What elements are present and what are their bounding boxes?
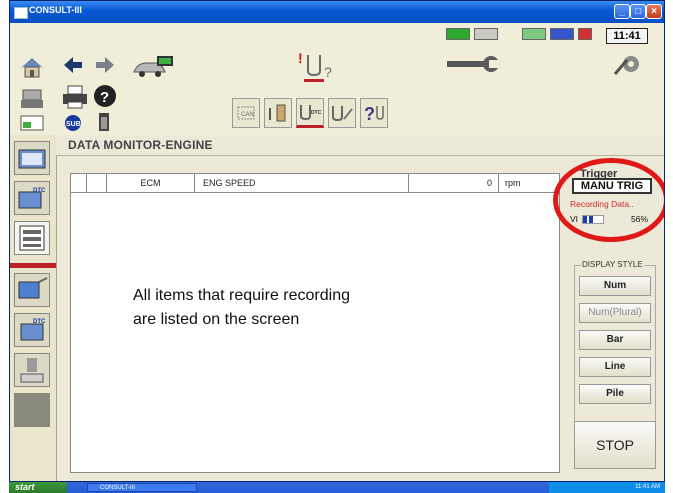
wrench-icon[interactable] bbox=[442, 51, 504, 77]
svg-text:!: ! bbox=[298, 50, 303, 66]
sidebar-monitor-button[interactable] bbox=[14, 273, 50, 307]
lan-icon bbox=[522, 28, 546, 40]
diagnosis-icon[interactable]: !? bbox=[296, 49, 344, 83]
minimize-button[interactable]: _ bbox=[614, 4, 630, 19]
display-icon[interactable] bbox=[18, 113, 46, 133]
toolbar: 11:41 !? ? SUB CAN DTC ? bbox=[10, 23, 664, 136]
sidebar: DTC DTC bbox=[10, 135, 57, 481]
printer-device-icon[interactable] bbox=[18, 85, 46, 111]
svg-text:CAN: CAN bbox=[241, 112, 254, 118]
svg-text:?: ? bbox=[364, 104, 375, 123]
app-window: CONSULT-III _ □ × 11:41 !? ? SUB CAN DTC… bbox=[9, 0, 665, 482]
title-bar: CONSULT-III _ □ × bbox=[10, 1, 664, 23]
svg-text:DTC: DTC bbox=[311, 110, 322, 116]
taskbar: start CONSULT-III 11:41 AM bbox=[9, 482, 665, 493]
row-select-cell bbox=[71, 174, 87, 192]
system-cell: ECM bbox=[107, 174, 195, 192]
display-style-group: DISPLAY STYLE Num Num(Plural) Bar Line P… bbox=[574, 260, 656, 425]
annotation-line-1: All items that require recording bbox=[133, 287, 350, 304]
stop-button[interactable]: STOP bbox=[574, 421, 656, 469]
sidebar-dtc-button[interactable]: DTC bbox=[14, 181, 50, 215]
vehicle-icon[interactable] bbox=[130, 53, 176, 81]
diagnosis-mode-toolbar: CAN DTC ? bbox=[232, 98, 400, 130]
item-cell: ENG SPEED bbox=[195, 174, 409, 192]
annotation-text: All items that require recording are lis… bbox=[133, 284, 350, 332]
sidebar-dtc-monitor-button[interactable]: DTC bbox=[14, 313, 50, 347]
sub-button-icon[interactable]: SUB bbox=[60, 113, 86, 133]
taskbar-app-button[interactable]: CONSULT-III bbox=[87, 483, 197, 492]
maximize-button[interactable]: □ bbox=[630, 4, 646, 19]
unit-cell: rpm bbox=[505, 178, 521, 188]
svg-text:SUB: SUB bbox=[66, 121, 81, 128]
display-style-legend: DISPLAY STYLE bbox=[581, 260, 644, 269]
diag-help-button[interactable]: ? bbox=[360, 98, 388, 128]
data-monitor-panel: ECM ENG SPEED 0 rpm All items that requi… bbox=[70, 173, 560, 473]
system-tray: 11:41 AM bbox=[549, 482, 665, 493]
sidebar-data-monitor-button[interactable] bbox=[14, 141, 50, 175]
sidebar-blank-button[interactable] bbox=[14, 393, 50, 427]
can-diag-button[interactable]: CAN bbox=[232, 98, 260, 128]
mi-connection-icon bbox=[474, 28, 498, 40]
home-icon[interactable] bbox=[18, 53, 46, 81]
style-line-button[interactable]: Line bbox=[579, 357, 651, 377]
annotation-line-2: are listed on the screen bbox=[133, 311, 300, 328]
close-button[interactable]: × bbox=[646, 4, 662, 19]
recording-status: Recording Data.. bbox=[570, 199, 634, 209]
vi-progress-fill bbox=[583, 216, 595, 223]
svg-text:DTC: DTC bbox=[33, 188, 46, 194]
vi-progress-row: VI 56% bbox=[570, 214, 650, 226]
right-control-panel: Trigger MANU TRIG Recording Data.. VI 56… bbox=[553, 155, 664, 475]
settings-tools-icon[interactable] bbox=[610, 49, 646, 79]
mi-error-icon bbox=[578, 28, 592, 40]
style-pile-button[interactable]: Pile bbox=[579, 384, 651, 404]
svg-text:?: ? bbox=[100, 89, 109, 106]
battery-icon[interactable] bbox=[92, 111, 116, 133]
page-header: DATA MONITOR-ENGINE bbox=[56, 135, 664, 156]
value-cell: 0 bbox=[409, 174, 499, 192]
page-title: DATA MONITOR-ENGINE bbox=[68, 138, 213, 152]
table-row[interactable]: ECM ENG SPEED 0 rpm bbox=[71, 174, 559, 193]
start-button[interactable]: start bbox=[9, 482, 67, 493]
vi-connection-icon bbox=[446, 28, 470, 40]
svg-text:?: ? bbox=[324, 64, 332, 80]
dtc-tool-button[interactable] bbox=[328, 98, 356, 128]
manual-trigger-button[interactable]: MANU TRIG bbox=[572, 178, 652, 194]
app-icon bbox=[14, 7, 28, 19]
style-num-button[interactable]: Num bbox=[579, 276, 651, 296]
trigger-box: Trigger MANU TRIG Recording Data.. VI 56… bbox=[553, 158, 664, 242]
vi-label: VI bbox=[570, 214, 579, 224]
sidebar-list-button[interactable] bbox=[14, 221, 50, 255]
back-arrow-icon[interactable] bbox=[60, 53, 86, 77]
svg-text:DTC: DTC bbox=[33, 319, 46, 325]
style-bar-button[interactable]: Bar bbox=[579, 330, 651, 350]
ecu-diag-button[interactable] bbox=[264, 98, 292, 128]
vi-status-icon bbox=[550, 28, 574, 40]
sidebar-download-button[interactable] bbox=[14, 353, 50, 387]
row-check-cell bbox=[87, 174, 107, 192]
sidebar-active-indicator bbox=[10, 263, 56, 268]
vi-progress-bar bbox=[582, 215, 604, 224]
help-icon[interactable]: ? bbox=[92, 83, 118, 109]
vi-percent: 56% bbox=[630, 214, 648, 224]
print-icon[interactable] bbox=[60, 83, 90, 111]
window-title: CONSULT-III bbox=[29, 5, 82, 15]
style-num-plural-button[interactable]: Num(Plural) bbox=[579, 303, 651, 323]
forward-arrow-icon[interactable] bbox=[92, 53, 118, 77]
clock: 11:41 bbox=[606, 28, 648, 44]
dtc-diag-button[interactable]: DTC bbox=[296, 98, 324, 128]
